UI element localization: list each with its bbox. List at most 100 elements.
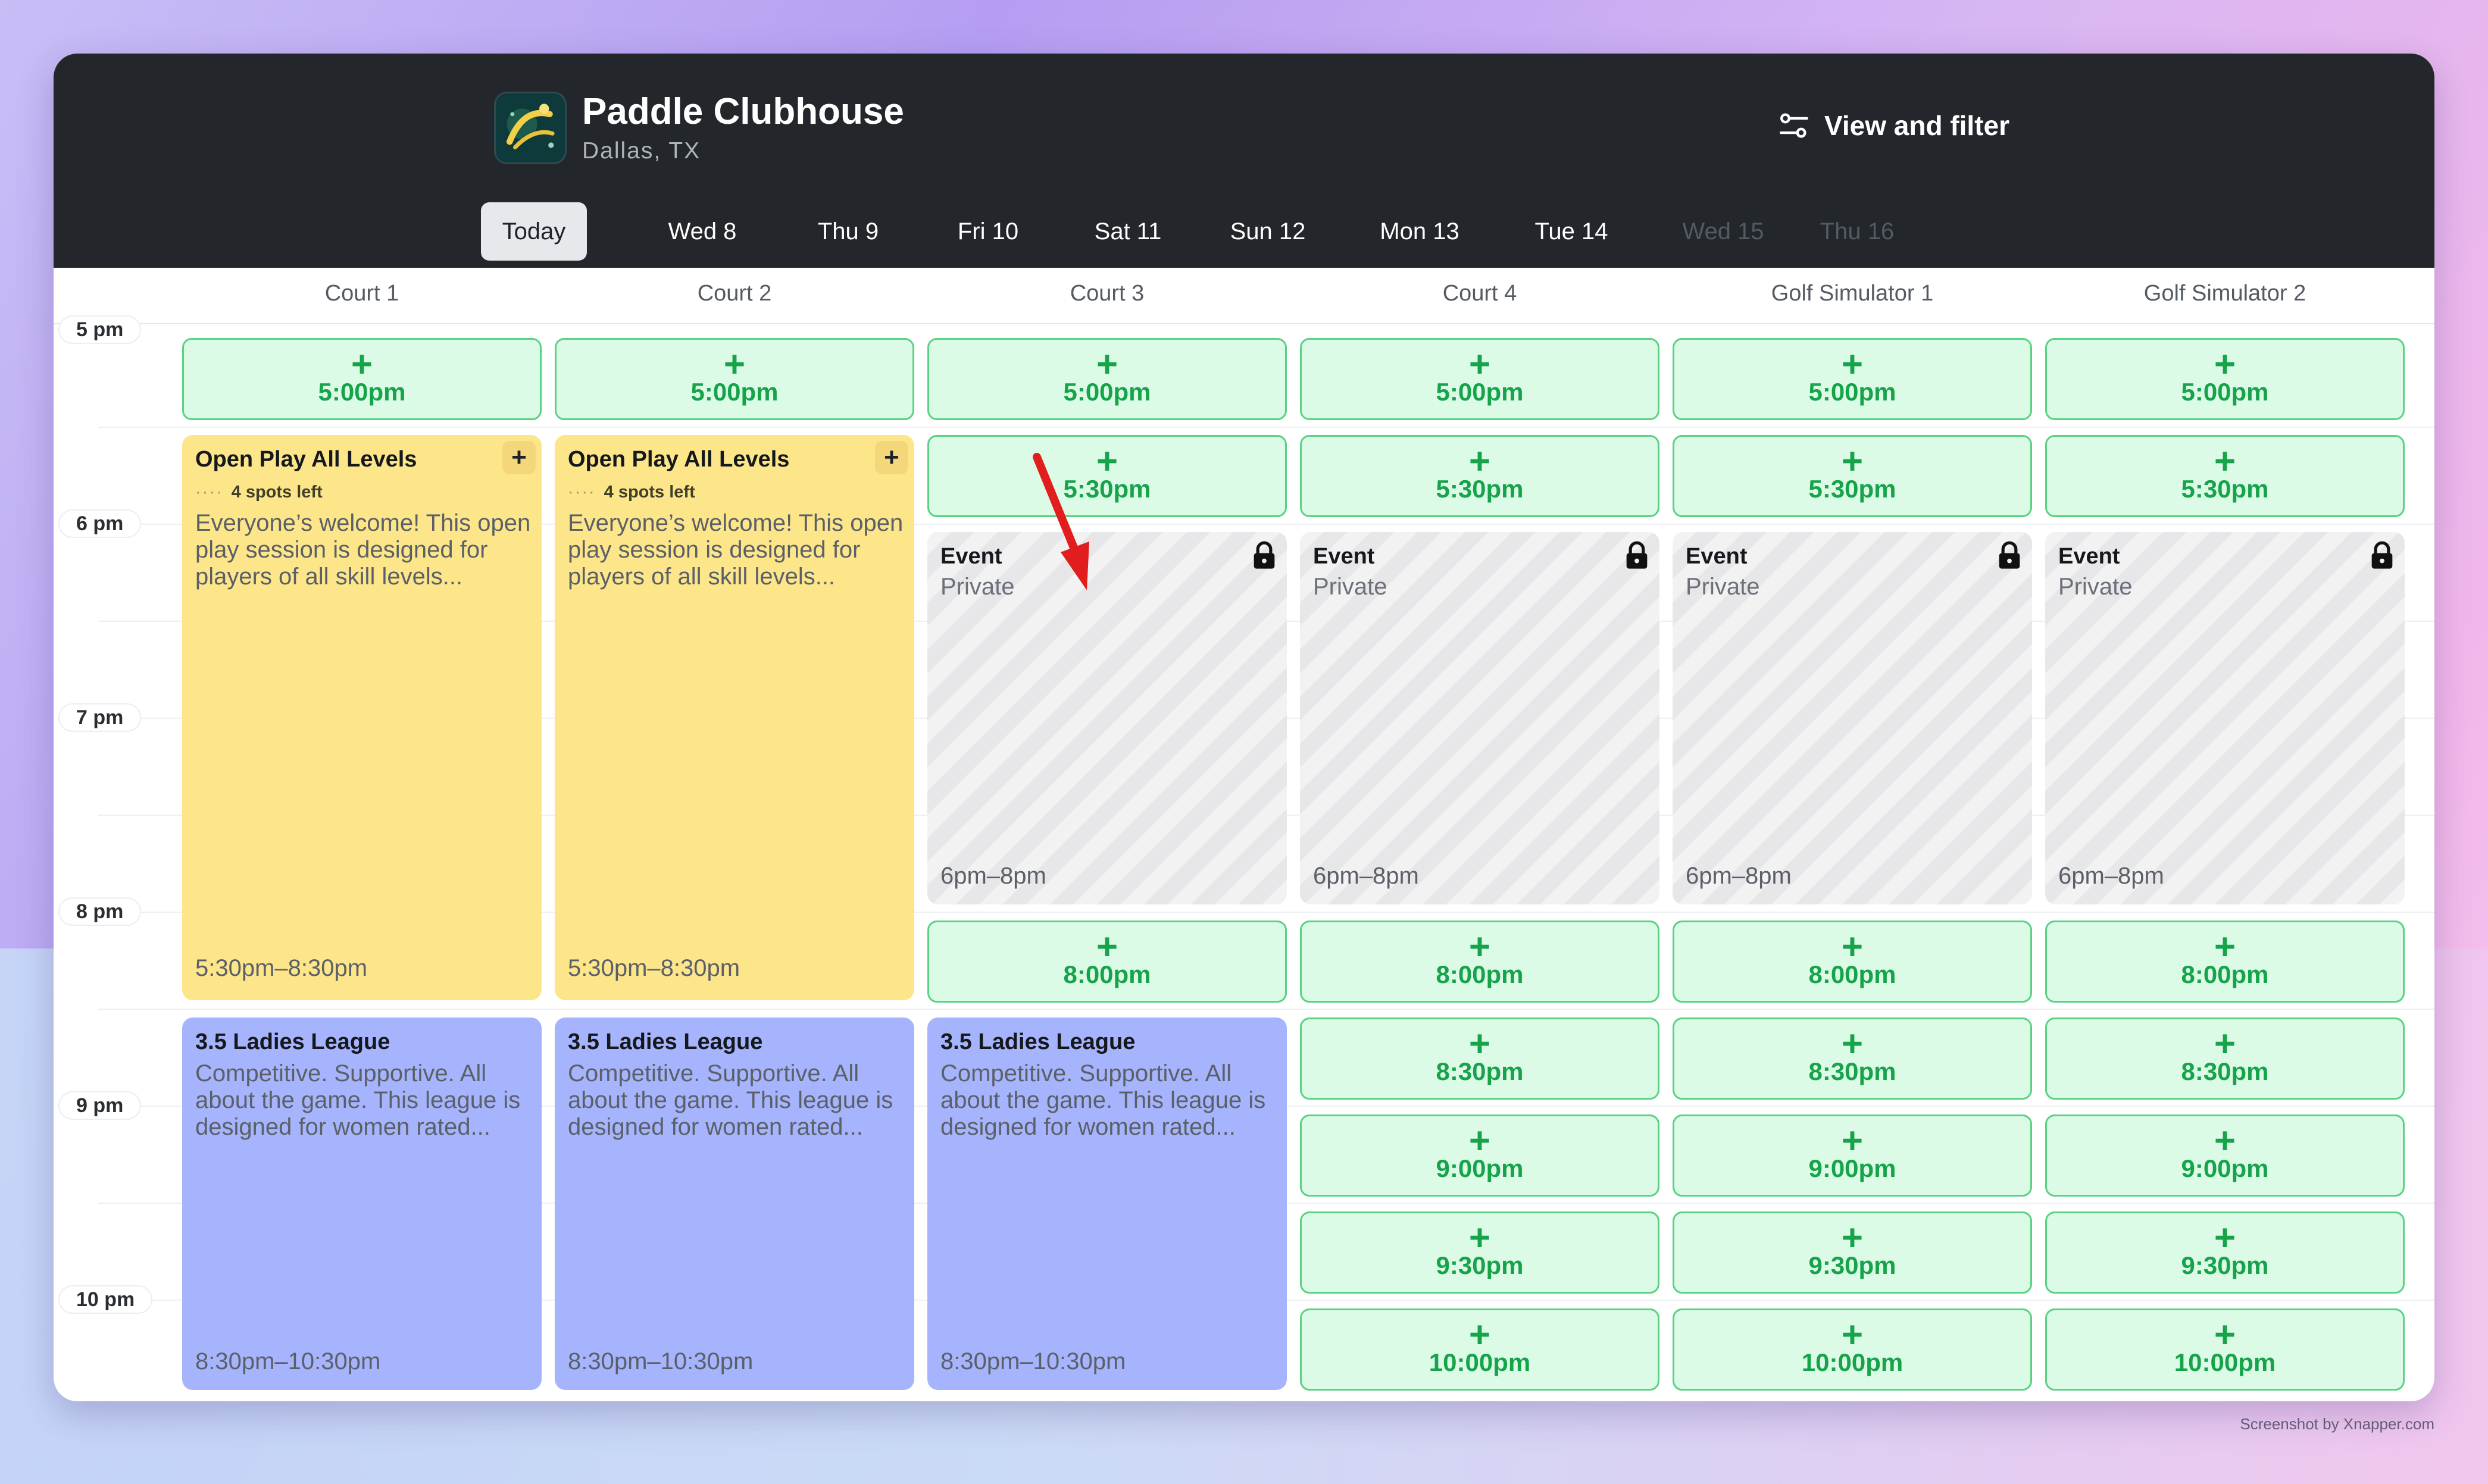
slot-golf-simulator-1-8-30pm[interactable]: + 8:30pm bbox=[1673, 1017, 2032, 1100]
slot-court-3-5-00pm[interactable]: + 5:00pm bbox=[927, 338, 1287, 420]
card-time: 6pm–8pm bbox=[2058, 863, 2164, 889]
slot-time: 5:00pm bbox=[1808, 378, 1896, 406]
slot-golf-simulator-2-8-00pm[interactable]: + 8:00pm bbox=[2045, 921, 2405, 1003]
league-card-court-1[interactable]: 3.5 Ladies League Competitive. Supportiv… bbox=[182, 1017, 542, 1390]
view-and-filter-label: View and filter bbox=[1824, 110, 2010, 141]
slot-court-3-8-00pm[interactable]: + 8:00pm bbox=[927, 921, 1287, 1003]
tab-thu-9[interactable]: Thu 9 bbox=[801, 202, 896, 261]
slot-time: 9:00pm bbox=[1808, 1154, 1896, 1182]
slot-time: 5:00pm bbox=[318, 378, 406, 406]
league-card-court-2[interactable]: 3.5 Ladies League Competitive. Supportiv… bbox=[555, 1017, 914, 1390]
header-bar: Paddle Clubhouse Dallas, TX View and fil… bbox=[54, 54, 2434, 268]
card-title: Event bbox=[940, 544, 1002, 569]
slot-time: 10:00pm bbox=[2174, 1348, 2276, 1376]
time-label-7pm: 7 pm bbox=[58, 703, 142, 732]
plus-icon: + bbox=[1096, 344, 1118, 385]
time-label-5pm: 5 pm bbox=[58, 315, 142, 344]
slot-time: 9:30pm bbox=[1808, 1251, 1896, 1279]
slot-golf-simulator-1-10-00pm[interactable]: + 10:00pm bbox=[1673, 1308, 2032, 1391]
lock-icon bbox=[2371, 541, 2393, 569]
slot-court-4-5-30pm[interactable]: + 5:30pm bbox=[1300, 435, 1659, 517]
slot-court-2-5-00pm[interactable]: + 5:00pm bbox=[555, 338, 914, 420]
open-play-card-court-1[interactable]: Open Play All Levels + ···· 4 spots left … bbox=[182, 435, 542, 1000]
slot-time: 8:30pm bbox=[1436, 1057, 1524, 1085]
plus-icon: + bbox=[1468, 344, 1491, 385]
slot-golf-simulator-1-5-00pm[interactable]: + 5:00pm bbox=[1673, 338, 2032, 420]
plus-icon: + bbox=[1468, 1023, 1491, 1065]
slot-golf-simulator-1-8-00pm[interactable]: + 8:00pm bbox=[1673, 921, 2032, 1003]
plus-icon: + bbox=[1468, 1217, 1491, 1258]
tab-sat-11[interactable]: Sat 11 bbox=[1077, 202, 1179, 261]
slot-golf-simulator-1-9-00pm[interactable]: + 9:00pm bbox=[1673, 1114, 2032, 1197]
slot-time: 5:00pm bbox=[1063, 378, 1151, 406]
slot-court-1-5-00pm[interactable]: + 5:00pm bbox=[182, 338, 542, 420]
slot-golf-simulator-2-5-00pm[interactable]: + 5:00pm bbox=[2045, 338, 2405, 420]
plus-icon: + bbox=[1841, 1120, 1864, 1161]
slot-time: 5:00pm bbox=[2181, 378, 2269, 406]
slot-golf-simulator-2-5-30pm[interactable]: + 5:30pm bbox=[2045, 435, 2405, 517]
column-header-court-2: Court 2 bbox=[697, 281, 772, 306]
slot-golf-simulator-2-10-00pm[interactable]: + 10:00pm bbox=[2045, 1308, 2405, 1391]
private-event-card-court-4[interactable]: Event Private 6pm–8pm bbox=[1300, 532, 1659, 904]
slot-time: 5:30pm bbox=[1436, 475, 1524, 503]
add-icon[interactable]: + bbox=[875, 441, 908, 474]
card-title: 3.5 Ladies League bbox=[568, 1029, 763, 1054]
annotation-arrow-icon bbox=[1033, 453, 1089, 590]
slot-time: 8:00pm bbox=[1063, 960, 1151, 988]
slot-time: 9:00pm bbox=[1436, 1154, 1524, 1182]
slot-golf-simulator-2-9-00pm[interactable]: + 9:00pm bbox=[2045, 1114, 2405, 1197]
private-event-card-golf-simulator-2[interactable]: Event Private 6pm–8pm bbox=[2045, 532, 2405, 904]
card-description: Competitive. Supportive. All about the g… bbox=[195, 1060, 521, 1140]
club-logo bbox=[494, 92, 567, 164]
slot-time: 8:00pm bbox=[1436, 960, 1524, 988]
column-header-court-4: Court 4 bbox=[1442, 281, 1517, 306]
tab-sun-12[interactable]: Sun 12 bbox=[1211, 202, 1324, 261]
tab-tue-14[interactable]: Tue 14 bbox=[1515, 202, 1628, 261]
tab-wed-15: Wed 15 bbox=[1682, 218, 1764, 245]
view-and-filter-button[interactable]: View and filter bbox=[1777, 108, 2009, 143]
slot-golf-simulator-2-9-30pm[interactable]: + 9:30pm bbox=[2045, 1211, 2405, 1294]
plus-icon: + bbox=[2214, 1023, 2236, 1065]
tab-wed-8[interactable]: Wed 8 bbox=[655, 202, 750, 261]
slot-time: 8:30pm bbox=[2181, 1057, 2269, 1085]
slot-golf-simulator-1-5-30pm[interactable]: + 5:30pm bbox=[1673, 435, 2032, 517]
plus-icon: + bbox=[1841, 1023, 1864, 1065]
slot-court-4-8-30pm[interactable]: + 8:30pm bbox=[1300, 1017, 1659, 1100]
card-title: Open Play All Levels bbox=[195, 447, 417, 472]
slot-court-3-5-30pm[interactable]: + 5:30pm bbox=[927, 435, 1287, 517]
column-header-golf-simulator-1: Golf Simulator 1 bbox=[1771, 281, 1934, 306]
card-time: 8:30pm–10:30pm bbox=[568, 1348, 754, 1375]
slot-court-4-5-00pm[interactable]: + 5:00pm bbox=[1300, 338, 1659, 420]
club-location: Dallas, TX bbox=[582, 138, 701, 164]
tab-fri-10[interactable]: Fri 10 bbox=[940, 202, 1036, 261]
card-subtitle: Private bbox=[2058, 574, 2133, 600]
open-play-card-court-2[interactable]: Open Play All Levels + ···· 4 spots left … bbox=[555, 435, 914, 1000]
card-description: Competitive. Supportive. All about the g… bbox=[940, 1060, 1266, 1140]
card-description: Everyone’s welcome! This open play sessi… bbox=[568, 510, 904, 590]
card-title: Event bbox=[1686, 544, 1748, 569]
tab-mon-13[interactable]: Mon 13 bbox=[1360, 202, 1479, 261]
plus-icon: + bbox=[351, 344, 373, 385]
card-title: Open Play All Levels bbox=[568, 447, 790, 472]
add-icon[interactable]: + bbox=[502, 441, 536, 474]
tab-today[interactable]: Today bbox=[481, 202, 587, 261]
slot-golf-simulator-2-8-30pm[interactable]: + 8:30pm bbox=[2045, 1017, 2405, 1100]
private-event-card-golf-simulator-1[interactable]: Event Private 6pm–8pm bbox=[1673, 532, 2032, 904]
slot-court-4-9-00pm[interactable]: + 9:00pm bbox=[1300, 1114, 1659, 1197]
slot-court-4-9-30pm[interactable]: + 9:30pm bbox=[1300, 1211, 1659, 1294]
plus-icon: + bbox=[1841, 1217, 1864, 1258]
slot-golf-simulator-1-9-30pm[interactable]: + 9:30pm bbox=[1673, 1211, 2032, 1294]
header-divider bbox=[54, 323, 2434, 324]
slot-court-4-8-00pm[interactable]: + 8:00pm bbox=[1300, 921, 1659, 1003]
slot-court-4-10-00pm[interactable]: + 10:00pm bbox=[1300, 1308, 1659, 1391]
private-event-card-court-3[interactable]: Event Private 6pm–8pm bbox=[927, 532, 1287, 904]
slot-time: 8:30pm bbox=[1808, 1057, 1896, 1085]
time-label-10pm: 10 pm bbox=[58, 1285, 153, 1314]
plus-icon: + bbox=[1468, 1314, 1491, 1355]
league-card-court-3[interactable]: 3.5 Ladies League Competitive. Supportiv… bbox=[927, 1017, 1287, 1390]
lock-icon bbox=[1254, 541, 1275, 569]
card-time: 8:30pm–10:30pm bbox=[195, 1348, 381, 1375]
watermark: Screenshot by Xnapper.com bbox=[2240, 1415, 2434, 1433]
slot-time: 8:00pm bbox=[2181, 960, 2269, 988]
spots-left: ···· 4 spots left bbox=[195, 483, 323, 502]
